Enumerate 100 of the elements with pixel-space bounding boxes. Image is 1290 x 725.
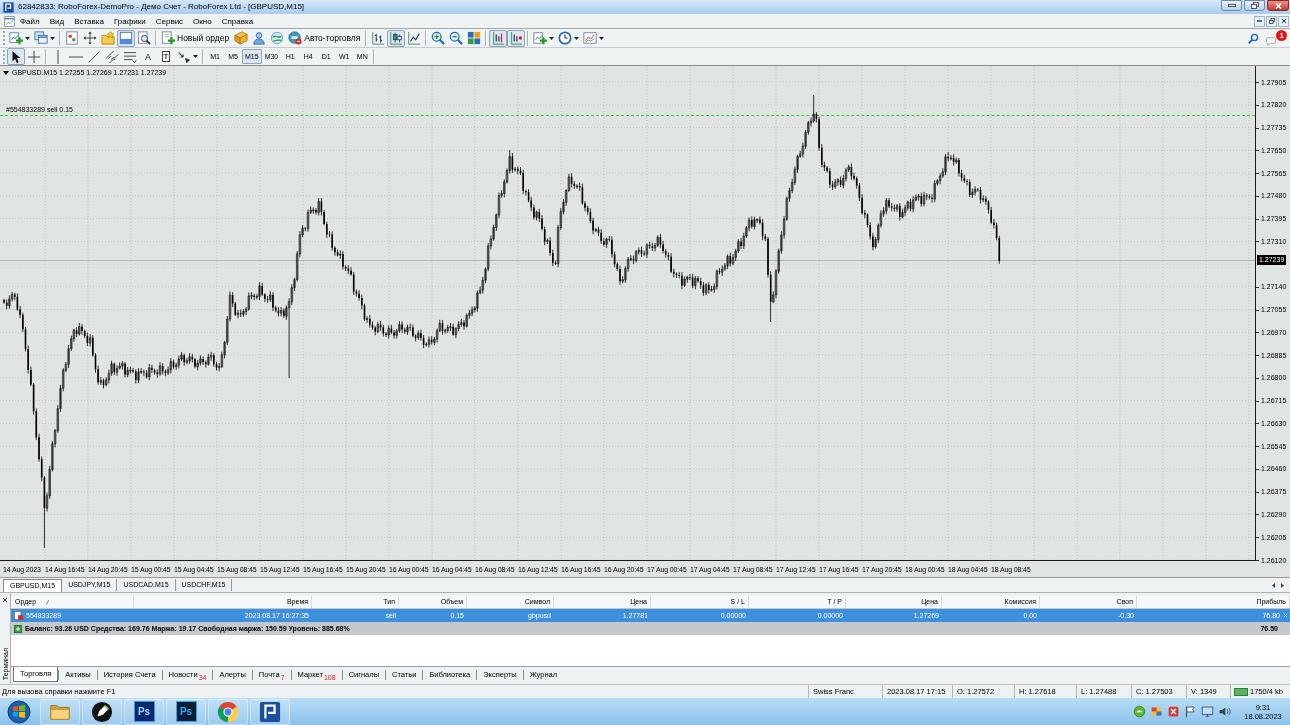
scroll-left-icon (1272, 582, 1275, 588)
circle-icon (1133, 705, 1146, 718)
zoom-out-button[interactable] (447, 29, 466, 47)
menu-item[interactable]: Графики (108, 14, 151, 28)
menu-item[interactable]: Файл (15, 14, 45, 28)
taskbar-button[interactable]: Ps (166, 698, 206, 725)
restore-button[interactable] (1266, 15, 1277, 27)
scroll-right-button[interactable] (1281, 582, 1284, 588)
app-logo: Ps (133, 701, 155, 722)
new-chart-button[interactable] (7, 29, 32, 47)
minimize-button[interactable] (1221, 0, 1242, 11)
sort-icon (46, 599, 50, 605)
plus-square-icon (14, 624, 22, 633)
profiles-button[interactable] (32, 29, 57, 47)
crosshair-icon (27, 49, 41, 64)
flag-icon (1184, 705, 1197, 718)
chart-shift-button[interactable] (489, 29, 508, 47)
text-button[interactable]: A (139, 48, 157, 65)
restore-icon (1268, 18, 1275, 24)
search-icon (1247, 32, 1259, 44)
arrows-icon (177, 49, 191, 64)
channel-icon (105, 49, 119, 64)
person-icon (252, 31, 267, 45)
editor-button[interactable] (232, 29, 251, 47)
indicator-plus-icon (533, 31, 548, 45)
minimize-button[interactable] (1254, 15, 1265, 27)
zoom-out-icon (449, 31, 464, 45)
text-label-button[interactable]: T (157, 48, 175, 65)
close-icon (2, 597, 8, 603)
folder-star-icon (101, 31, 115, 45)
close-icon (1274, 2, 1282, 9)
periods-button[interactable] (556, 29, 582, 47)
bar-chart-icon (371, 31, 386, 45)
cursor-button[interactable] (7, 48, 25, 65)
speaker-icon (1218, 705, 1231, 718)
close-icon (1283, 613, 1288, 618)
horizontal-line-icon (69, 55, 83, 58)
panel-icon (119, 31, 133, 45)
close-icon (1280, 18, 1287, 24)
zoom-in-button[interactable] (429, 29, 448, 47)
tricolor-circle-icon (217, 700, 239, 723)
scroll-right-icon (1281, 582, 1284, 588)
autoscroll-icon (509, 31, 524, 45)
tester-button[interactable] (135, 29, 153, 47)
window-title: 62842833: RoboForex-DemoPro - Демо Счет - RoboForex Ltd - [GBPUSD,M15] (18, 2, 305, 12)
menu-item[interactable]: Справка (216, 14, 259, 28)
minimize-icon (1227, 4, 1236, 7)
tray-button[interactable] (1200, 703, 1215, 720)
squares-icon (1150, 705, 1163, 718)
autoscroll-button[interactable] (507, 29, 526, 47)
trend-line-icon (87, 49, 101, 64)
menu-item[interactable]: Вставка (69, 14, 109, 28)
line-chart-icon (407, 31, 422, 45)
quote-list-icon (65, 31, 79, 45)
order-icon (14, 611, 23, 620)
chart-shift-icon (491, 31, 506, 45)
indicators-button[interactable] (531, 29, 557, 47)
market-watch-button[interactable] (63, 29, 81, 47)
dropdown-triangle-icon (3, 70, 9, 75)
x-tile-icon (1167, 705, 1180, 718)
close-button[interactable] (1, 596, 9, 604)
clock-icon (558, 31, 573, 45)
menu-item[interactable]: Окно (188, 14, 217, 28)
autotrading-button[interactable]: Авто-торговля (286, 29, 364, 47)
chart-template-icon (583, 31, 598, 45)
scroll-left-button[interactable] (1272, 582, 1275, 588)
document-plus-icon (161, 31, 175, 45)
logo-icon (3, 1, 14, 13)
chart-window-icon (4, 15, 15, 27)
globe-icon (270, 31, 285, 45)
vertical-line-icon (57, 49, 59, 64)
new-order-button[interactable]: Новый ордер (159, 29, 233, 47)
candlestick-icon (389, 31, 404, 45)
data-window-button[interactable] (81, 29, 99, 47)
candlesticks-button[interactable] (387, 29, 406, 47)
minimize-icon (1257, 20, 1262, 22)
close-button[interactable] (1267, 0, 1289, 11)
chart-plus-icon (9, 31, 23, 45)
app-logo: Ps (175, 701, 197, 722)
taskbar-button[interactable]: Ps (124, 698, 164, 725)
taskbar-button[interactable] (250, 698, 290, 725)
menu-item[interactable]: Вид (44, 14, 70, 28)
tile-grid-icon (467, 31, 482, 45)
zoom-in-icon (431, 31, 446, 45)
menu-item[interactable]: Сервис (150, 14, 189, 28)
taskbar-button[interactable] (82, 698, 122, 725)
logo-icon (259, 700, 281, 723)
pen-circle-icon (91, 700, 113, 723)
restore-button[interactable] (1244, 0, 1265, 11)
close-button[interactable] (1278, 15, 1289, 27)
start-orb-icon (7, 699, 31, 724)
striped-bar-icon (1234, 687, 1248, 696)
monitor-icon (1201, 705, 1214, 718)
cube-icon (234, 31, 249, 45)
restore-icon (1250, 2, 1259, 9)
templates-button[interactable] (581, 29, 607, 47)
fibonacci-icon (123, 49, 137, 64)
terminal-button[interactable] (117, 29, 135, 47)
tray-button[interactable] (1183, 703, 1198, 720)
four-arrows-icon (83, 31, 97, 45)
